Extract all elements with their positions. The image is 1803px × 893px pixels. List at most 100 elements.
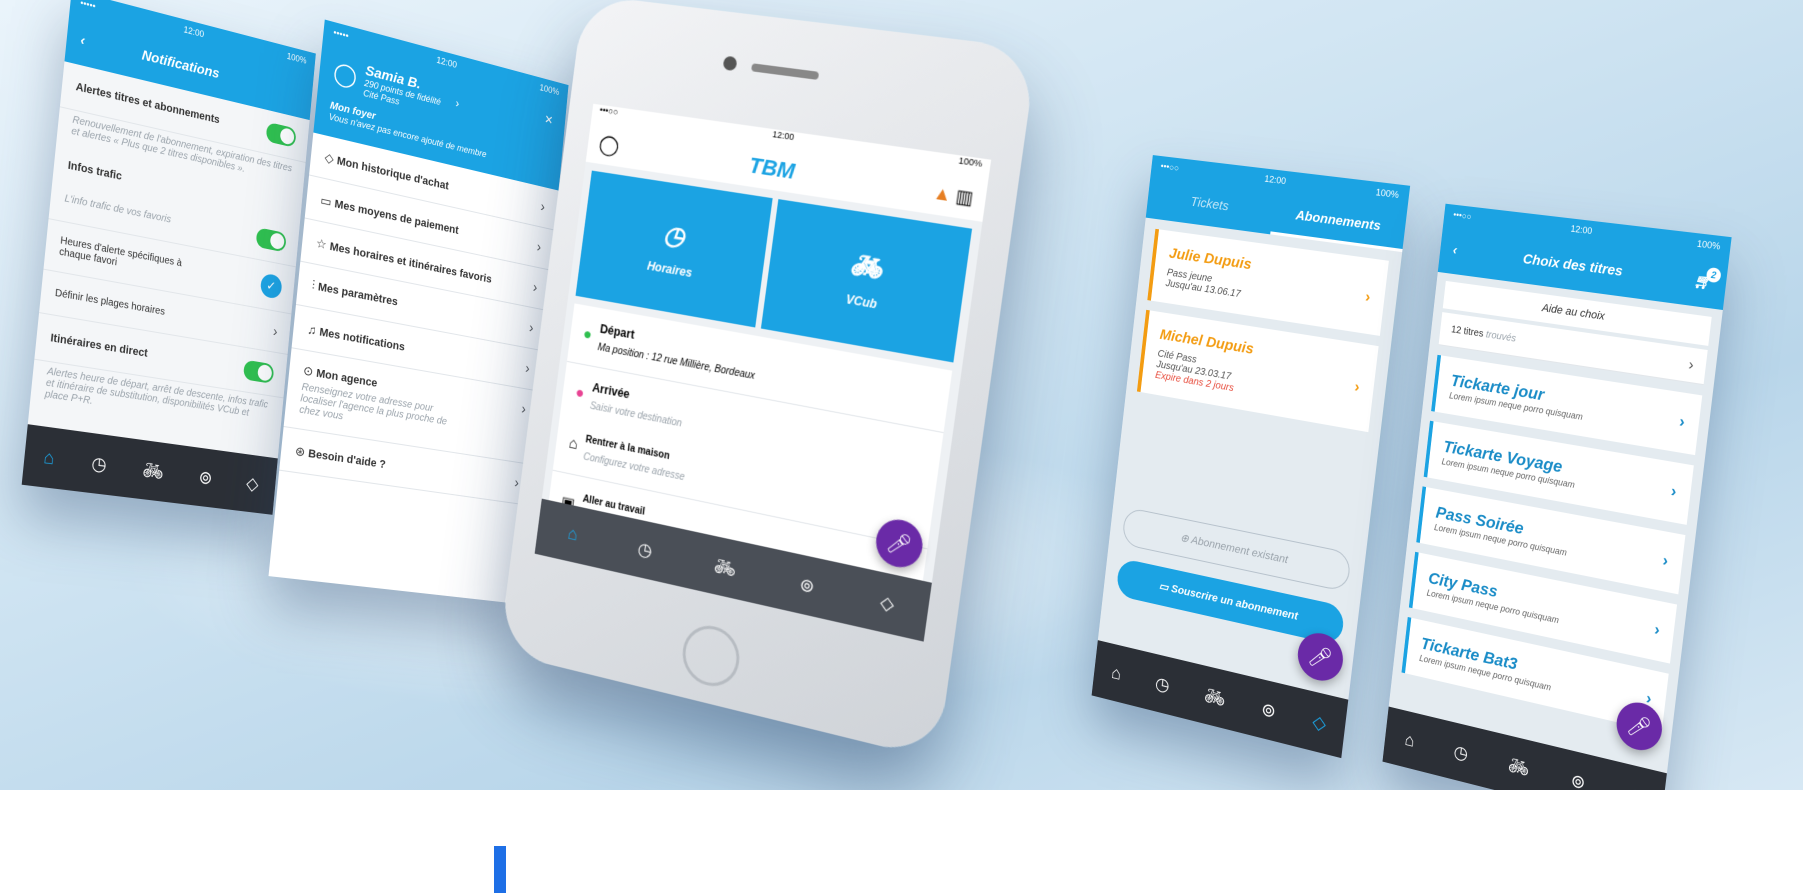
chevron-right-icon: ›	[536, 238, 542, 256]
button-label: Abonnement existant	[1190, 534, 1289, 567]
tile-label: Horaires	[646, 258, 693, 280]
status-battery: 100%	[1696, 238, 1721, 252]
chevron-right-icon: ›	[528, 319, 535, 337]
chevron-right-icon[interactable]: ›	[455, 96, 460, 111]
close-icon[interactable]: ✕	[544, 112, 554, 128]
plages-label: Définir les plages horaires	[54, 287, 166, 318]
page-title: Choix des titres	[1522, 250, 1624, 279]
clock-icon[interactable]: ◷	[637, 538, 654, 561]
signal-icon: •••••	[79, 0, 97, 12]
menu-item-label: Besoin d'aide ?	[307, 447, 387, 471]
chevron-right-icon: ›	[532, 278, 539, 297]
clock-icon[interactable]: ◷	[1453, 741, 1469, 765]
hero-background: ••••• 12:00 100% ‹ Notifications Alertes…	[0, 0, 1803, 790]
status-battery: 100%	[957, 155, 983, 169]
maison-desc: Configurez votre adresse	[582, 451, 686, 484]
home-screen: •••○○ 12:00 100% ◯ TBM ▲ ▥ ◷ Horaires 🚲︎…	[534, 103, 992, 642]
trafic-toggle[interactable]	[255, 227, 287, 253]
ticket-icon[interactable]: ◇	[245, 473, 259, 495]
chevron-right-icon: ›	[1364, 288, 1372, 307]
results-count: 12 titres	[1450, 324, 1484, 340]
status-time: 12:00	[436, 54, 458, 71]
chevron-right-icon: ›	[1669, 482, 1678, 502]
home-icon[interactable]: ⌂	[43, 446, 56, 469]
map-icon[interactable]: ▥	[954, 185, 974, 208]
chevron-right-icon: ›	[1678, 413, 1686, 432]
status-battery: 100%	[539, 82, 560, 98]
alert-cone-icon[interactable]: ▲	[932, 182, 953, 205]
bike-icon: 🚲︎	[848, 248, 885, 284]
ticket-icon[interactable]: ◇	[879, 591, 896, 615]
tile-vcub[interactable]: 🚲︎ VCub	[760, 199, 973, 363]
choix-titres-screen: •••○○ 12:00 100% ‹ Choix des titres 🛒︎ 2 …	[1382, 203, 1732, 790]
home-icon[interactable]: ⌂	[1404, 729, 1416, 751]
home-icon[interactable]: ⌂	[1110, 662, 1122, 684]
signal-icon: •••○○	[599, 104, 619, 118]
status-time: 12:00	[1263, 173, 1287, 187]
card-icon: ▭	[319, 192, 336, 210]
depart-label: Départ	[599, 321, 636, 342]
status-battery: 100%	[1375, 186, 1400, 201]
back-icon[interactable]: ‹	[80, 31, 86, 48]
button-label: Souscrire un abonnement	[1170, 582, 1299, 623]
menu-item-label: Mes paramètres	[317, 280, 399, 309]
chevron-right-icon: ›	[524, 359, 531, 378]
pin-green-icon: ●	[582, 325, 593, 344]
clock-icon[interactable]: ◷	[1154, 672, 1170, 696]
house-icon: ⌂	[567, 435, 579, 454]
tile-label: VCub	[845, 291, 878, 311]
cart-icon[interactable]: 🛒︎ 2	[1693, 266, 1722, 291]
abonnements-screen: •••○○ 12:00 100% Tickets Abonnements Jul…	[1091, 155, 1411, 759]
itineraires-toggle[interactable]	[242, 359, 275, 384]
status-time: 12:00	[183, 24, 205, 40]
chevron-right-icon: ›	[1687, 355, 1695, 375]
chevron-right-icon: ›	[272, 323, 279, 341]
accent-bar	[494, 846, 506, 893]
pin-pink-icon: ●	[574, 384, 586, 403]
app-logo: TBM	[747, 152, 797, 184]
user-icon: ◯	[332, 58, 359, 90]
bike-icon[interactable]: 🚲︎	[713, 555, 737, 580]
status-time: 12:00	[1570, 223, 1593, 237]
results-label: trouvés	[1485, 329, 1517, 345]
menu-item-label: Mes notifications	[318, 325, 406, 354]
bike-icon[interactable]: 🚲︎	[142, 459, 165, 483]
chevron-right-icon: ›	[1353, 377, 1361, 396]
signal-icon: •••○○	[1160, 161, 1180, 174]
chevron-right-icon: ›	[539, 198, 546, 216]
profile-icon[interactable]: ◯	[598, 131, 621, 158]
pin-icon[interactable]: ⊚	[1570, 769, 1587, 790]
notifications-screen: ••••• 12:00 100% ‹ Notifications Alertes…	[21, 0, 316, 515]
home-icon[interactable]: ⌂	[567, 523, 579, 545]
ticket-icon[interactable]: ◇	[1311, 711, 1327, 735]
chevron-right-icon: ›	[1661, 552, 1670, 571]
action-buttons: ⊕ Abonnement existant ▭ Souscrire un abo…	[1115, 506, 1352, 647]
signal-icon: •••••	[332, 27, 350, 42]
menu-item-desc: Renseignez votre adresse pour localiser …	[298, 381, 448, 428]
itineraires-label: Itinéraires en direct	[49, 331, 149, 360]
clock-icon: ◷	[661, 218, 687, 252]
clock-icon[interactable]: ◷	[91, 452, 108, 475]
trafic-desc: L'info trafic de vos favoris	[64, 192, 172, 226]
bike-icon[interactable]: 🚲︎	[1203, 684, 1226, 710]
aide-label: Aide au choix	[1541, 302, 1606, 323]
pin-icon[interactable]: ⊚	[198, 466, 213, 489]
check-icon[interactable]: ✓	[259, 272, 283, 300]
page-title: Notifications	[141, 46, 221, 82]
bike-icon[interactable]: 🚲︎	[1507, 754, 1530, 780]
cart-badge: 2	[1705, 266, 1722, 283]
pin-icon[interactable]: ⊚	[798, 574, 816, 598]
home-button[interactable]	[679, 620, 743, 692]
ticket-icon[interactable]: ◇	[1627, 783, 1643, 790]
pin-icon[interactable]: ⊚	[1260, 698, 1277, 722]
speaker	[751, 63, 820, 80]
back-icon[interactable]: ‹	[1452, 241, 1458, 257]
camera	[722, 55, 738, 72]
chevron-right-icon: ›	[520, 400, 527, 418]
tile-horaires[interactable]: ◷ Horaires	[575, 170, 773, 328]
status-battery: 100%	[286, 51, 307, 66]
chevron-right-icon: ›	[1653, 621, 1661, 640]
alerts-toggle[interactable]	[265, 121, 297, 148]
status-time: 12:00	[771, 129, 795, 143]
arrivee-label: Arrivée	[591, 380, 631, 402]
